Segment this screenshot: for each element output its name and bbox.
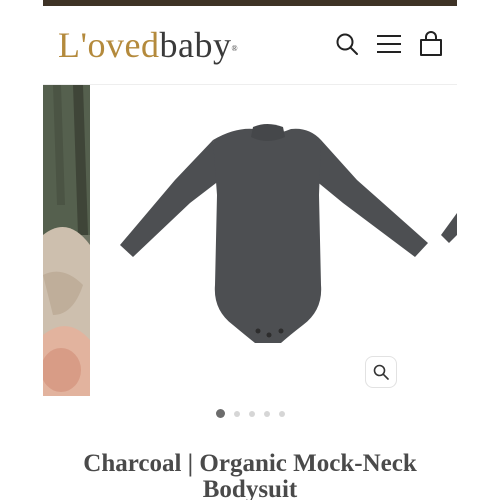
registered-mark: ® (231, 44, 239, 53)
brand-logo[interactable]: L'ovedbaby® (58, 24, 238, 66)
search-icon[interactable] (333, 30, 361, 58)
gallery-dot[interactable] (248, 410, 255, 417)
gallery-pagination (0, 409, 500, 418)
cart-icon[interactable] (417, 30, 445, 58)
zoom-icon[interactable] (365, 356, 397, 388)
site-header: L'ovedbaby® (43, 6, 457, 85)
logo-text-part2: baby (159, 25, 232, 65)
product-image-bodysuit[interactable] (95, 85, 457, 396)
gallery-dot[interactable] (263, 410, 270, 417)
gallery-dot[interactable] (233, 410, 240, 417)
gallery-dot[interactable] (215, 409, 225, 418)
gallery-dot[interactable] (278, 410, 285, 417)
menu-icon[interactable] (375, 30, 403, 58)
logo-text-part1: L'oved (58, 25, 160, 65)
lifestyle-photo-peek[interactable] (43, 85, 90, 396)
product-page: L'ovedbaby® Charcoal | Organic Mock-Neck… (0, 0, 500, 500)
product-image-gallery[interactable] (43, 85, 457, 396)
next-image-peek[interactable] (437, 85, 457, 396)
header-icons (333, 30, 445, 58)
product-title: Charcoal | Organic Mock-Neck Bodysuit (83, 449, 417, 500)
